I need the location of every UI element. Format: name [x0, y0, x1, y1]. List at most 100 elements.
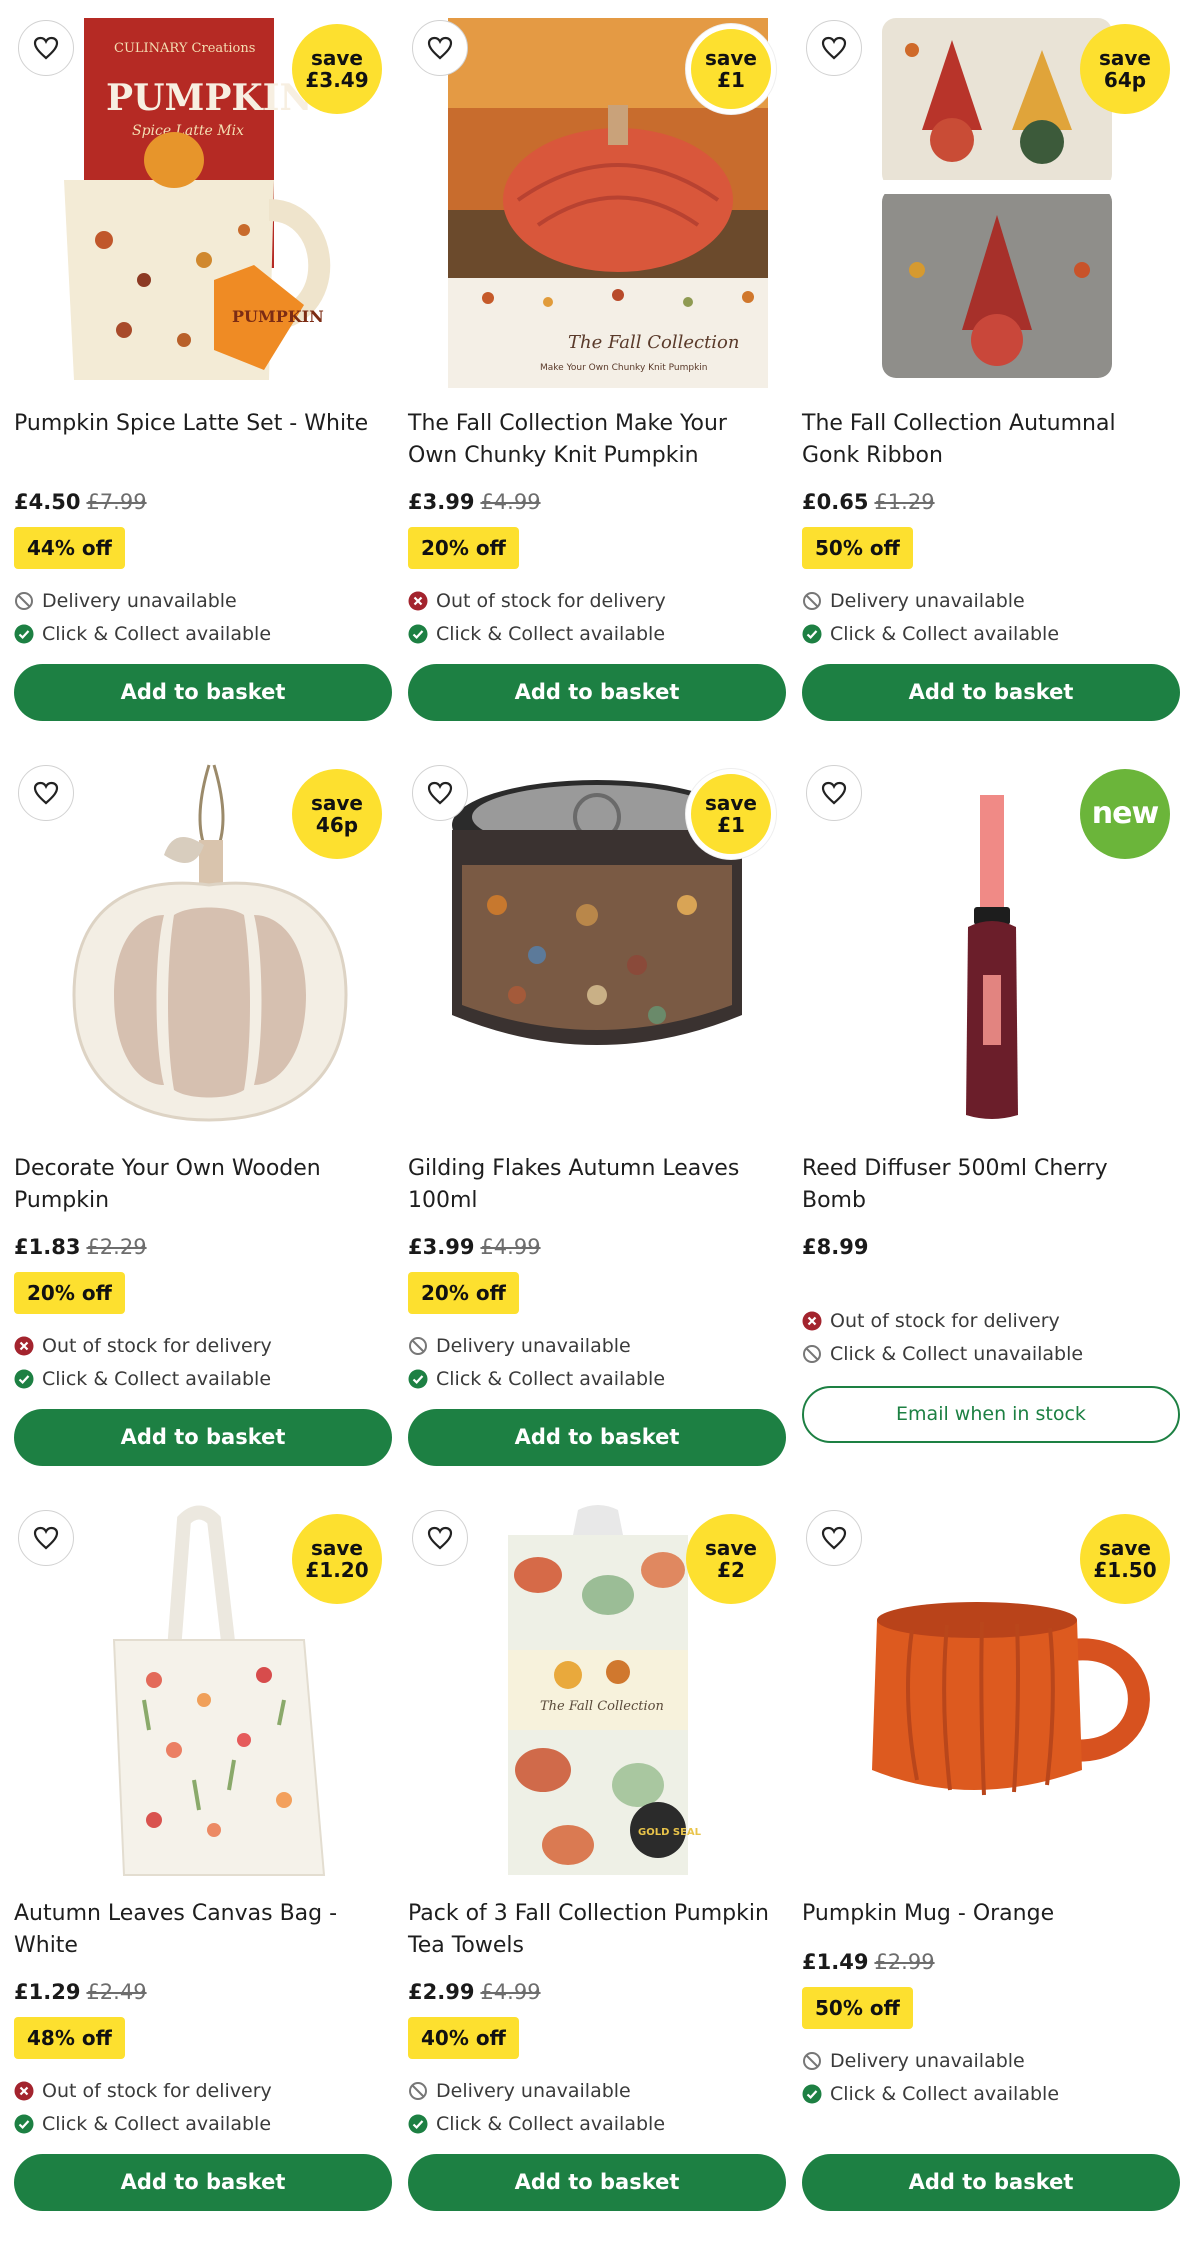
badge-amount: £1 — [717, 68, 745, 92]
collect-status: Click & Collect available — [408, 623, 665, 645]
was-price: £2.49 — [86, 1980, 147, 2004]
product-card: save £1.20 Autumn Leaves Canvas Bag - Whi… — [14, 1490, 392, 2235]
wishlist-heart-button[interactable] — [806, 1510, 862, 1566]
collect-status: Click & Collect available — [14, 1368, 271, 1390]
current-price: £1.29 — [14, 1980, 81, 2004]
delivery-status: Delivery unavailable — [408, 1335, 631, 1357]
collect-status: Click & Collect unavailable — [802, 1343, 1083, 1365]
current-price: £4.50 — [14, 490, 81, 514]
product-title[interactable]: Autumn Leaves Canvas Bag - White — [14, 1898, 384, 1962]
current-price: £2.99 — [408, 1980, 475, 2004]
product-media[interactable]: save 64p — [802, 0, 1180, 400]
wishlist-heart-button[interactable] — [412, 20, 468, 76]
discount-label: 20% off — [408, 527, 519, 569]
delivery-status: Delivery unavailable — [802, 590, 1025, 612]
blocked-icon — [15, 592, 33, 610]
delivery-status: Out of stock for delivery — [802, 1310, 1060, 1332]
product-media[interactable]: save 46p — [14, 745, 392, 1145]
current-price: £3.99 — [408, 1235, 475, 1259]
heart-icon — [427, 1526, 453, 1550]
badge-amount: £2 — [717, 1558, 745, 1582]
collect-status-text: Click & Collect unavailable — [830, 1343, 1084, 1365]
price-row: £8.99 — [802, 1235, 868, 1259]
collect-status-text: Click & Collect available — [436, 623, 666, 645]
add-to-basket-button[interactable]: Add to basket — [14, 2154, 392, 2211]
product-title[interactable]: The Fall Collection Autumnal Gonk Ribbon — [802, 408, 1172, 472]
heart-icon — [33, 1526, 59, 1550]
delivery-status-text: Out of stock for delivery — [42, 1335, 272, 1357]
check-icon — [14, 624, 34, 644]
heart-icon — [427, 781, 453, 805]
blocked-icon — [409, 2082, 427, 2100]
product-media[interactable]: save £1 The Fall Collection Make Your Own… — [408, 0, 786, 400]
heart-icon — [821, 1526, 847, 1550]
discount-label: 48% off — [14, 2017, 125, 2059]
product-card: new Reed Diffuser 500ml Cherry Bomb £8.9… — [802, 745, 1180, 1490]
product-title[interactable]: Pumpkin Spice Latte Set - White — [14, 408, 384, 440]
cross-icon — [14, 2081, 34, 2101]
email-when-in-stock-button[interactable]: Email when in stock — [802, 1386, 1180, 1443]
product-media[interactable]: save £1.50 — [802, 1490, 1180, 1890]
delivery-status: Delivery unavailable — [408, 2080, 631, 2102]
discount-label: 50% off — [802, 1987, 913, 2029]
wishlist-heart-button[interactable] — [412, 765, 468, 821]
was-price: £7.99 — [86, 490, 147, 514]
product-media[interactable]: save £1 — [408, 745, 786, 1145]
price-row: £1.29 £2.49 — [14, 1980, 147, 2004]
price-row: £1.49 £2.99 — [802, 1950, 935, 1974]
wishlist-heart-button[interactable] — [806, 20, 862, 76]
collect-status-text: Click & Collect available — [830, 623, 1060, 645]
product-title[interactable]: Decorate Your Own Wooden Pumpkin — [14, 1153, 384, 1217]
blocked-icon — [409, 1337, 427, 1355]
new-badge: new — [1080, 769, 1170, 859]
svg-text:PUMPKIN: PUMPKIN — [232, 307, 324, 326]
cross-icon — [802, 1311, 822, 1331]
add-to-basket-button[interactable]: Add to basket — [408, 2154, 786, 2211]
collect-status-text: Click & Collect available — [436, 1368, 666, 1390]
was-price: £4.99 — [480, 1980, 541, 2004]
price-row: £1.83 £2.29 — [14, 1235, 147, 1259]
wishlist-heart-button[interactable] — [412, 1510, 468, 1566]
price-row: £0.65 £1.29 — [802, 490, 935, 514]
product-card: save £3.49 CULINARY Creations PUMPKIN Spi… — [14, 0, 392, 745]
save-badge: save £1 — [686, 24, 776, 114]
heart-icon — [821, 36, 847, 60]
add-to-basket-button[interactable]: Add to basket — [14, 1409, 392, 1466]
collect-status-text: Click & Collect available — [42, 2113, 272, 2135]
badge-label: new — [1091, 796, 1159, 831]
product-title[interactable]: Gilding Flakes Autumn Leaves 100ml — [408, 1153, 778, 1217]
collect-status-text: Click & Collect available — [436, 2113, 666, 2135]
product-card: save £1 Gilding Flakes Autumn Leaves 100m… — [408, 745, 786, 1490]
add-to-basket-button[interactable]: Add to basket — [408, 1409, 786, 1466]
product-card: save £2 The Fall Collection GOLD SEAL Pac… — [408, 1490, 786, 2235]
product-title[interactable]: The Fall Collection Make Your Own Chunky… — [408, 408, 778, 472]
product-title[interactable]: Pack of 3 Fall Collection Pumpkin Tea To… — [408, 1898, 778, 1962]
product-media[interactable]: save £3.49 CULINARY Creations PUMPKIN Spi… — [14, 0, 392, 400]
product-card: save £1.50 Pumpkin Mug - Orange £1.49 £2.9… — [802, 1490, 1180, 2235]
product-media[interactable]: save £1.20 — [14, 1490, 392, 1890]
svg-text:GOLD SEAL: GOLD SEAL — [638, 1827, 702, 1838]
wishlist-heart-button[interactable] — [18, 20, 74, 76]
product-media[interactable]: new — [802, 745, 1180, 1145]
add-to-basket-button[interactable]: Add to basket — [802, 664, 1180, 721]
badge-label: save — [310, 791, 363, 815]
add-to-basket-button[interactable]: Add to basket — [802, 2154, 1180, 2211]
badge-label: save — [310, 1536, 363, 1560]
current-price: £1.49 — [802, 1950, 869, 1974]
svg-text:PUMPKIN: PUMPKIN — [106, 77, 312, 119]
badge-amount: £1 — [717, 813, 745, 837]
product-card: save 64p The Fall Collection Autumnal Gon… — [802, 0, 1180, 745]
wishlist-heart-button[interactable] — [18, 1510, 74, 1566]
add-to-basket-button[interactable]: Add to basket — [408, 664, 786, 721]
wishlist-heart-button[interactable] — [806, 765, 862, 821]
product-title[interactable]: Reed Diffuser 500ml Cherry Bomb — [802, 1153, 1172, 1217]
product-title[interactable]: Pumpkin Mug - Orange — [802, 1898, 1172, 1930]
was-price: £2.29 — [86, 1235, 147, 1259]
collect-status: Click & Collect available — [408, 1368, 665, 1390]
product-media[interactable]: save £2 The Fall Collection GOLD SEAL — [408, 1490, 786, 1890]
add-to-basket-button[interactable]: Add to basket — [14, 664, 392, 721]
badge-amount: 46p — [315, 813, 359, 837]
was-price: £4.99 — [480, 1235, 541, 1259]
wishlist-heart-button[interactable] — [18, 765, 74, 821]
delivery-status-text: Out of stock for delivery — [830, 1310, 1060, 1332]
